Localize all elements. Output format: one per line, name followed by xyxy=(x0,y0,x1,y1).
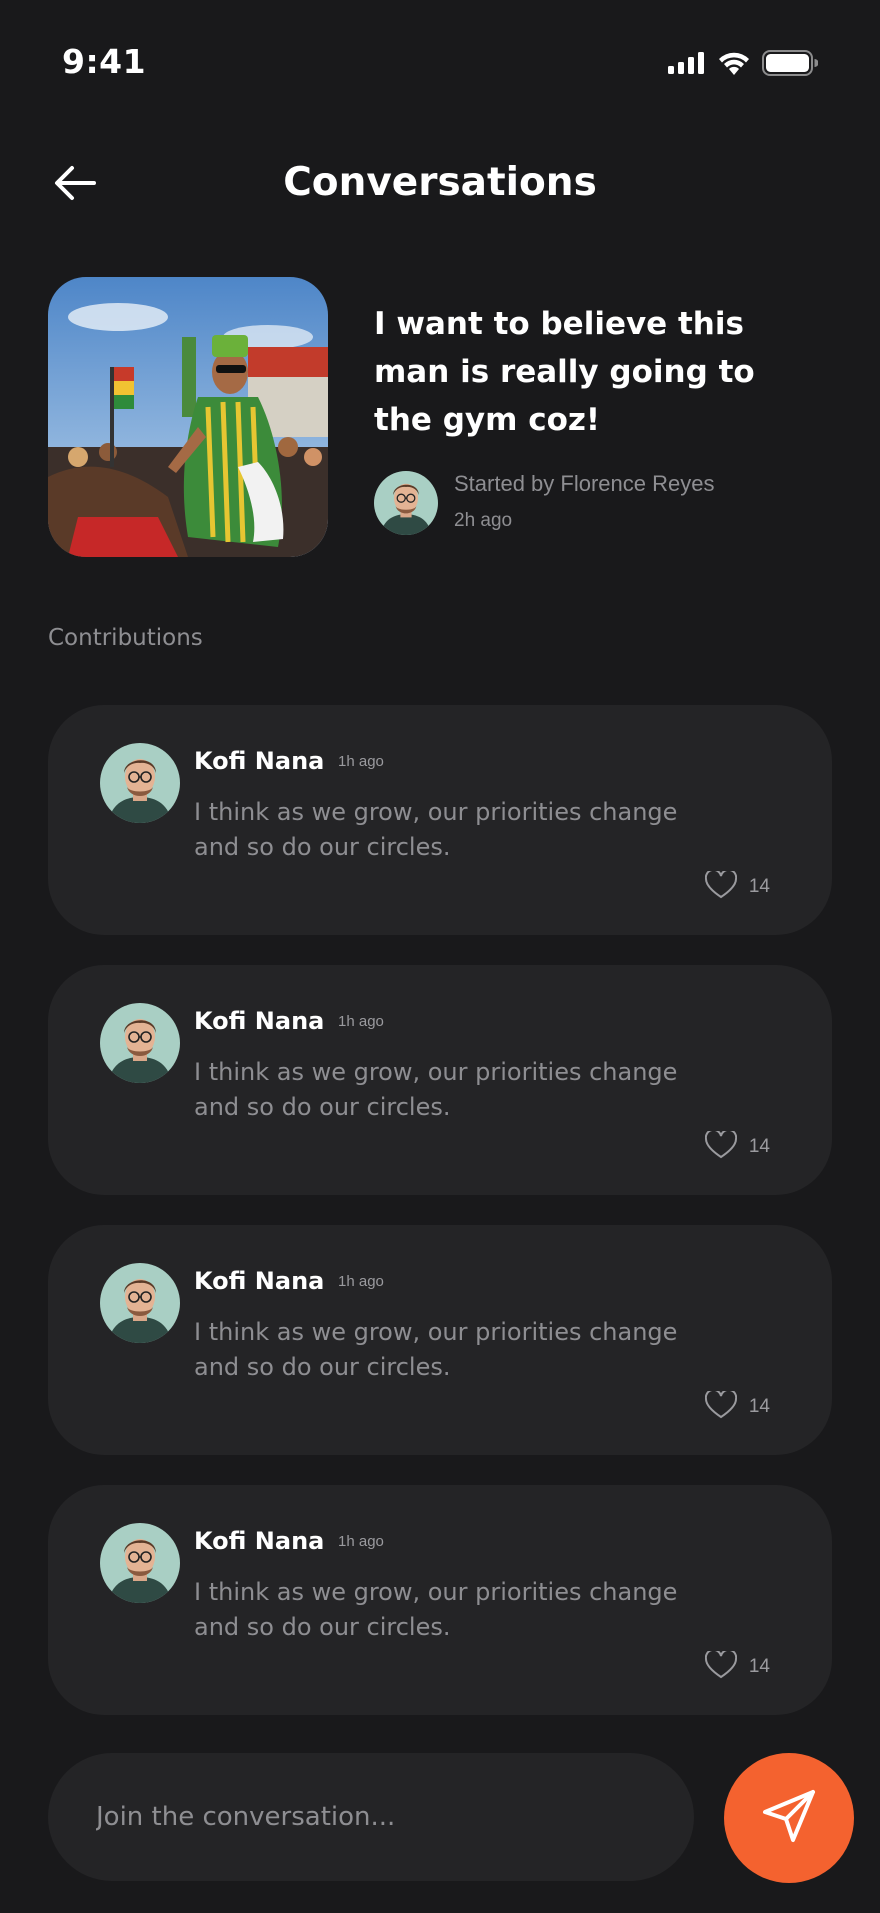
started-time: 2h ago xyxy=(454,510,513,531)
like-button[interactable]: 14 xyxy=(704,1388,770,1423)
starter-avatar[interactable] xyxy=(374,471,438,535)
header: Conversations xyxy=(0,140,880,230)
author-name[interactable]: Kofi Nana xyxy=(194,1527,324,1555)
send-button[interactable] xyxy=(724,1753,854,1883)
heart-icon xyxy=(704,1128,737,1163)
contribution-text: I think as we grow, our priorities chang… xyxy=(194,1058,678,1121)
cellular-signal-icon xyxy=(668,52,706,78)
contribution-card: Kofi Nana 1h ago I think as we grow, our… xyxy=(48,1485,832,1715)
avatar[interactable] xyxy=(100,1263,180,1343)
contribution-text: I think as we grow, our priorities chang… xyxy=(194,1318,678,1381)
like-count: 14 xyxy=(748,876,770,897)
like-count: 14 xyxy=(748,1136,770,1157)
author-name[interactable]: Kofi Nana xyxy=(194,1007,324,1035)
author-name[interactable]: Kofi Nana xyxy=(194,1267,324,1295)
composer xyxy=(48,1753,694,1881)
avatar[interactable] xyxy=(100,1523,180,1603)
avatar[interactable] xyxy=(100,743,180,823)
status-time: 9:41 xyxy=(62,42,147,81)
avatar[interactable] xyxy=(100,1003,180,1083)
contribution-card: Kofi Nana 1h ago I think as we grow, our… xyxy=(48,1225,832,1455)
like-button[interactable]: 14 xyxy=(704,868,770,903)
like-button[interactable]: 14 xyxy=(704,1128,770,1163)
heart-icon xyxy=(704,1648,737,1683)
message-input[interactable] xyxy=(96,1802,636,1832)
like-count: 14 xyxy=(748,1396,770,1417)
like-button[interactable]: 14 xyxy=(704,1648,770,1683)
heart-icon xyxy=(704,1388,737,1423)
post-time: 1h ago xyxy=(338,1013,384,1030)
page-title: Conversations xyxy=(283,160,597,205)
heart-icon xyxy=(704,868,737,903)
contribution-card: Kofi Nana 1h ago I think as we grow, our… xyxy=(48,705,832,935)
conversation-image[interactable] xyxy=(48,277,328,557)
contributions-label: Contributions xyxy=(48,625,203,651)
battery-icon xyxy=(762,50,819,80)
like-count: 14 xyxy=(748,1656,770,1677)
contribution-text: I think as we grow, our priorities chang… xyxy=(194,798,678,861)
status-bar: 9:41 xyxy=(0,0,880,130)
post-time: 1h ago xyxy=(338,1273,384,1290)
author-name[interactable]: Kofi Nana xyxy=(194,747,324,775)
status-icons xyxy=(668,50,819,80)
post-time: 1h ago xyxy=(338,753,384,770)
paper-plane-icon xyxy=(759,1786,819,1850)
contribution-card: Kofi Nana 1h ago I think as we grow, our… xyxy=(48,965,832,1195)
post-time: 1h ago xyxy=(338,1533,384,1550)
contribution-text: I think as we grow, our priorities chang… xyxy=(194,1578,678,1641)
wifi-icon xyxy=(718,51,750,79)
conversation-title: I want to believe this man is really goi… xyxy=(374,306,755,438)
started-by-text: Started by Florence Reyes xyxy=(454,471,715,496)
